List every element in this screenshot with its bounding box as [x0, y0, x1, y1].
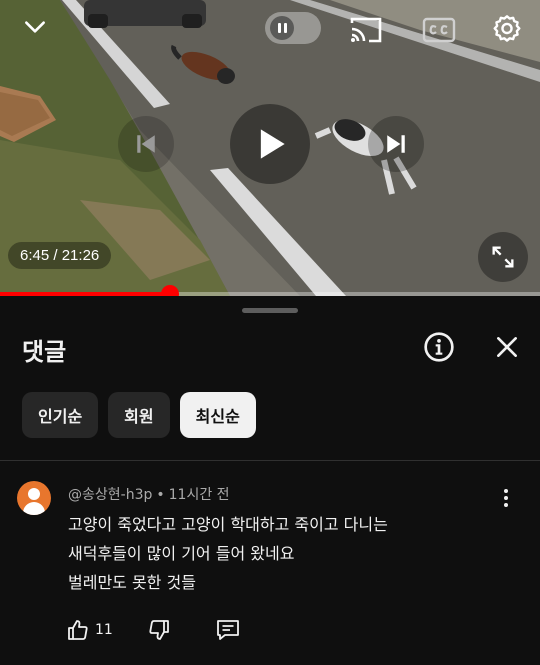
comment-time: 11시간 전	[168, 487, 230, 503]
comment-line: 새덕후들이 많이 기어 들어 왔네요	[68, 544, 295, 563]
reply-comment-icon	[216, 620, 239, 640]
autoplay-toggle[interactable]	[265, 12, 321, 44]
fullscreen-button[interactable]	[478, 232, 528, 282]
previous-button[interactable]	[118, 116, 174, 172]
panel-title: 댓글	[22, 338, 67, 366]
comment-meta: @송상현-h3p • 11시간 전	[68, 484, 230, 504]
cast-button[interactable]	[346, 12, 386, 48]
settings-button[interactable]	[488, 10, 526, 48]
sort-filter-chips: 인기순 회원 최신순	[22, 392, 256, 438]
duration: 21:26	[61, 247, 100, 264]
comment-text: 고양이 죽었다고 고양이 학대하고 죽이고 다니는 새덕후들이 많이 기어 들어…	[68, 510, 508, 597]
divider	[0, 460, 540, 461]
like-count: 11	[95, 622, 113, 638]
next-button[interactable]	[368, 116, 424, 172]
info-button[interactable]	[420, 328, 458, 366]
comment-line: 벌레만도 못한 것들	[68, 573, 196, 592]
like-button[interactable]	[66, 616, 90, 644]
more-vert-icon	[504, 489, 508, 493]
comments-panel: 댓글 인기순 회원 최신순 @송상현-h3p • 11시간 전 고양이 죽었다고…	[0, 296, 540, 665]
chip-popular[interactable]: 인기순	[22, 392, 99, 438]
dislike-button[interactable]	[147, 616, 171, 644]
chevron-down-icon	[25, 21, 45, 33]
settings-icon	[493, 15, 521, 42]
captions-button[interactable]	[420, 14, 458, 46]
fullscreen-icon	[492, 246, 514, 268]
chip-members[interactable]: 회원	[108, 392, 170, 438]
comment-actions: 11	[66, 616, 241, 644]
time-separator: /	[49, 247, 62, 264]
previous-icon	[137, 135, 155, 153]
captions-icon	[422, 17, 456, 43]
comment-author[interactable]: @송상현-h3p	[68, 487, 152, 503]
collapse-button[interactable]	[18, 10, 52, 44]
play-button[interactable]	[230, 104, 310, 184]
cast-icon	[350, 17, 382, 43]
drag-handle[interactable]	[242, 308, 298, 313]
pause-icon	[270, 16, 294, 40]
reply-button[interactable]	[215, 616, 241, 644]
meta-separator: •	[156, 487, 165, 503]
play-icon	[260, 129, 285, 159]
video-player[interactable]: 6:45 / 21:26	[0, 0, 540, 296]
close-button[interactable]	[488, 328, 526, 366]
time-display: 6:45 / 21:26	[8, 242, 112, 269]
thumbs-up-icon	[68, 620, 88, 640]
close-icon	[497, 337, 517, 357]
comment-line: 고양이 죽었다고 고양이 학대하고 죽이고 다니는	[68, 515, 388, 534]
current-time: 6:45	[20, 247, 50, 264]
info-icon	[424, 332, 454, 362]
thumbs-down-icon	[149, 620, 169, 640]
avatar[interactable]	[17, 481, 51, 515]
next-icon	[387, 135, 405, 153]
chip-newest[interactable]: 최신순	[179, 392, 256, 438]
